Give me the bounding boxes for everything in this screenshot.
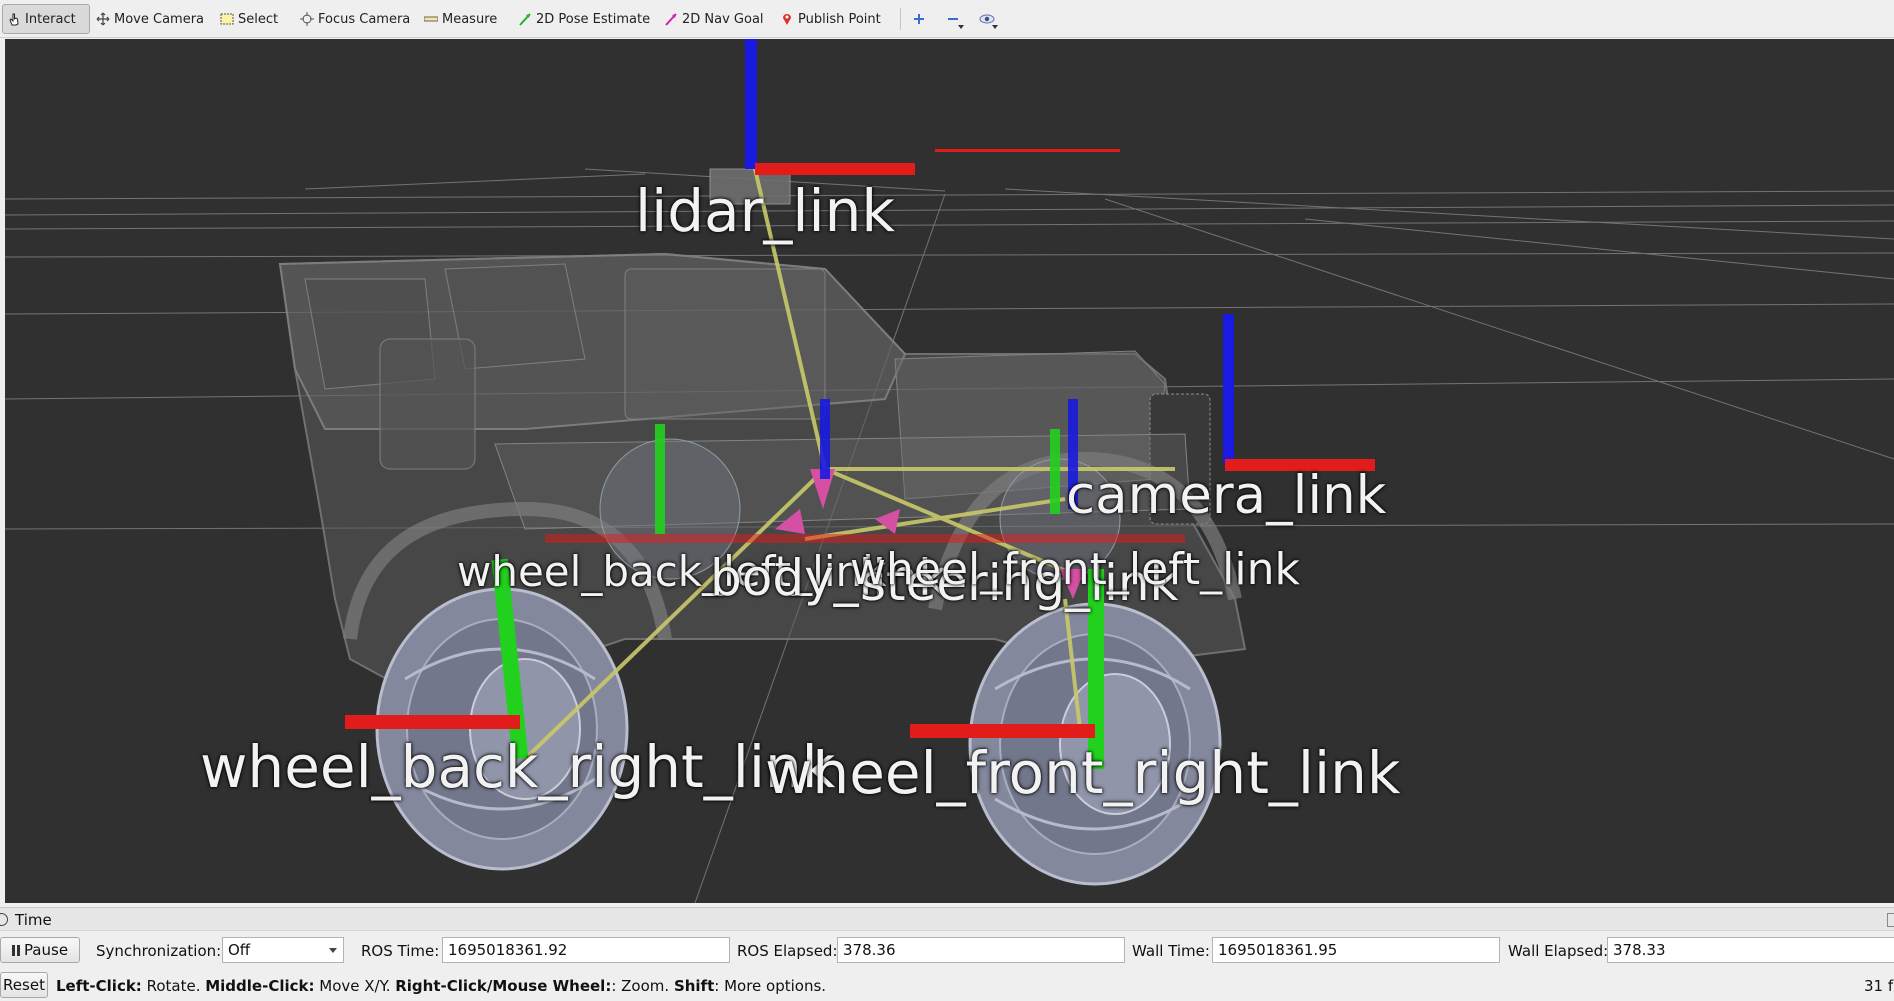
mouse-hint-text: Left-Click: Rotate. Middle-Click: Move X…: [56, 977, 826, 995]
tool-select[interactable]: Select: [216, 4, 282, 34]
green-arrow-icon: [518, 12, 532, 26]
status-bar: Reset Left-Click: Rotate. Middle-Click: …: [0, 969, 1894, 1001]
tool-move-camera[interactable]: Move Camera: [92, 4, 208, 34]
hint-text: Move X/Y.: [314, 977, 396, 995]
tool-label: Move Camera: [114, 11, 205, 27]
tool-label: Focus Camera: [318, 11, 411, 27]
magenta-arrow-icon: [664, 12, 678, 26]
tool-label: 2D Nav Goal: [682, 11, 764, 27]
frame-label-camera: camera_link: [1066, 465, 1387, 526]
time-panel: Pause Synchronization: Off ROS Time: 169…: [0, 933, 1894, 967]
plus-icon[interactable]: [908, 6, 930, 32]
toolbar: Interact Move Camera Select Focus Camera…: [0, 0, 1894, 38]
fps-counter: 31 fps: [1864, 977, 1894, 995]
pause-label: Pause: [23, 941, 69, 959]
pause-button[interactable]: Pause: [0, 937, 80, 963]
ros-elapsed-label: ROS Elapsed:: [737, 942, 838, 960]
reset-button[interactable]: Reset: [0, 972, 48, 998]
tool-publish-point[interactable]: Publish Point: [776, 4, 885, 34]
hint-text: : More options.: [714, 977, 827, 995]
move-arrows-icon: [96, 12, 110, 26]
hint-key: Middle-Click:: [205, 977, 315, 995]
tool-label: Publish Point: [798, 11, 881, 27]
tool-label: Measure: [442, 11, 498, 27]
tool-label: Select: [238, 11, 279, 27]
dock-float-icon[interactable]: [1887, 913, 1894, 927]
hand-pointer-icon: [7, 12, 21, 26]
tool-label: Interact: [25, 11, 76, 27]
hint-text: Rotate.: [141, 977, 206, 995]
time-panel-header: Time: [0, 907, 1894, 931]
sync-label: Synchronization:: [96, 942, 222, 960]
minus-icon[interactable]: [942, 6, 964, 32]
crosshair-icon: [300, 12, 314, 26]
tool-interact[interactable]: Interact: [2, 4, 90, 34]
pause-icon: [11, 944, 20, 956]
wall-elapsed-label: Wall Elapsed:: [1508, 942, 1609, 960]
eye-icon[interactable]: [976, 6, 998, 32]
3d-viewport[interactable]: lidar_link camera_link wheel_back_left_l…: [5, 39, 1894, 903]
wall-elapsed-field[interactable]: 378.33: [1607, 937, 1894, 963]
select-box-icon: [220, 12, 234, 26]
tool-2d-nav-goal[interactable]: 2D Nav Goal: [660, 4, 768, 34]
hint-key: Left-Click:: [56, 977, 142, 995]
ruler-icon: [423, 12, 439, 26]
tool-measure[interactable]: Measure: [420, 4, 501, 34]
hint-key: Shift: [673, 977, 715, 995]
time-panel-title: Time: [15, 911, 52, 929]
ros-elapsed-field[interactable]: 378.36: [837, 937, 1125, 963]
ros-time-label: ROS Time:: [361, 942, 440, 960]
tool-2d-pose-estimate[interactable]: 2D Pose Estimate: [514, 4, 654, 34]
distant-x-axis: [935, 149, 1120, 152]
ros-time-field[interactable]: 1695018361.92: [442, 937, 730, 963]
clock-icon: [0, 913, 8, 926]
hint-key: Right-Click/Mouse Wheel:: [395, 977, 612, 995]
lidar-axes: [745, 39, 915, 175]
hint-text: : Zoom.: [611, 977, 674, 995]
frame-label-lidar: lidar_link: [635, 177, 896, 245]
synchronization-select[interactable]: Off: [222, 937, 344, 963]
reset-label: Reset: [3, 976, 45, 994]
chevron-down-icon: [329, 948, 337, 953]
map-pin-icon: [780, 12, 794, 26]
wall-time-label: Wall Time:: [1132, 942, 1210, 960]
wall-time-field[interactable]: 1695018361.95: [1212, 937, 1500, 963]
frame-label-wheel-front-left: wheel_front_left_link: [850, 544, 1300, 595]
tool-label: 2D Pose Estimate: [536, 11, 651, 27]
frame-label-wheel-back-right: wheel_back_right_link: [200, 733, 836, 801]
sync-value: Off: [228, 941, 251, 959]
camera-axes: [1223, 314, 1375, 471]
toolbar-separator: [900, 8, 901, 30]
frame-label-wheel-front-right: wheel_front_right_link: [765, 739, 1401, 807]
tool-focus-camera[interactable]: Focus Camera: [296, 4, 414, 34]
